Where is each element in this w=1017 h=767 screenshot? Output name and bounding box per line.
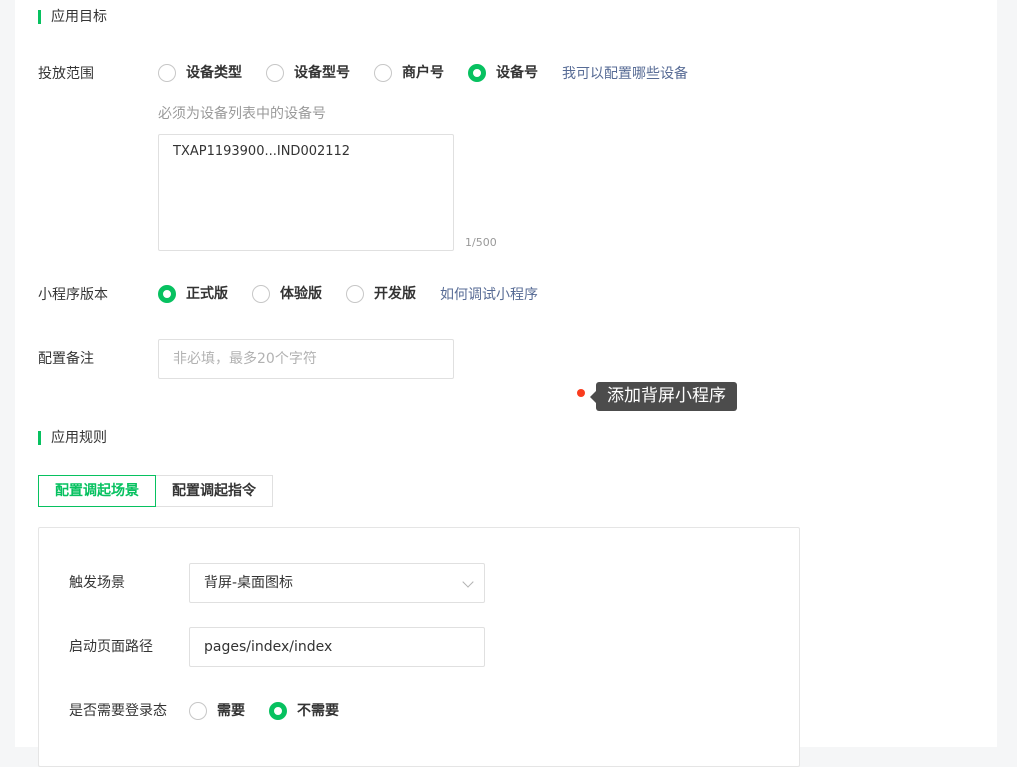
login-option-not-required[interactable]: 不需要 xyxy=(269,701,339,721)
tab-config-command[interactable]: 配置调起指令 xyxy=(155,475,273,507)
start-path-label: 启动页面路径 xyxy=(69,639,153,655)
device-id-textarea[interactable]: TXAP1193900...IND002112 xyxy=(158,134,454,251)
scope-option-merchant-id[interactable]: 商户号 xyxy=(374,63,444,83)
version-option-release[interactable]: 正式版 xyxy=(158,284,228,304)
remark-label: 配置备注 xyxy=(38,351,94,367)
tooltip: 添加背屏小程序 xyxy=(590,382,737,411)
start-path-input[interactable]: pages/index/index xyxy=(189,627,485,667)
login-option-label: 需要 xyxy=(217,703,245,719)
configurable-devices-link[interactable]: 我可以配置哪些设备 xyxy=(562,64,688,84)
scope-option-label: 设备型号 xyxy=(294,65,350,81)
radio-icon xyxy=(266,64,284,82)
radio-icon xyxy=(374,64,392,82)
remark-input[interactable]: 非必填，最多20个字符 xyxy=(158,339,454,379)
tab-config-scene[interactable]: 配置调起场景 xyxy=(38,475,156,507)
version-label: 小程序版本 xyxy=(38,287,108,303)
scope-label: 投放范围 xyxy=(38,66,94,82)
char-counter: 1/500 xyxy=(465,236,497,249)
trigger-scene-label: 触发场景 xyxy=(69,575,125,591)
scope-option-label: 商户号 xyxy=(402,65,444,81)
scope-option-device-type[interactable]: 设备类型 xyxy=(158,63,242,83)
login-option-required[interactable]: 需要 xyxy=(189,701,245,721)
section-title-target: 应用目标 xyxy=(38,9,107,25)
version-option-develop[interactable]: 开发版 xyxy=(346,284,416,304)
radio-icon xyxy=(252,285,270,303)
trigger-scene-value: 背屏-桌面图标 xyxy=(204,575,294,591)
radio-icon xyxy=(189,702,207,720)
tooltip-marker-dot xyxy=(577,389,585,397)
radio-icon xyxy=(158,64,176,82)
radio-checked-icon xyxy=(158,285,176,303)
version-option-trial[interactable]: 体验版 xyxy=(252,284,322,304)
chevron-down-icon xyxy=(462,576,474,588)
version-option-label: 体验版 xyxy=(280,286,322,302)
scope-option-device-id[interactable]: 设备号 xyxy=(468,63,538,83)
section-title-rules: 应用规则 xyxy=(38,430,107,446)
login-option-label: 不需要 xyxy=(297,703,339,719)
trigger-scene-select[interactable]: 背屏-桌面图标 xyxy=(189,563,485,603)
radio-checked-icon xyxy=(468,64,486,82)
scope-option-device-model[interactable]: 设备型号 xyxy=(266,63,350,83)
scope-option-label: 设备类型 xyxy=(186,65,242,81)
scope-option-label: 设备号 xyxy=(496,65,538,81)
radio-icon xyxy=(346,285,364,303)
login-state-label: 是否需要登录态 xyxy=(69,703,167,719)
radio-checked-icon xyxy=(269,702,287,720)
debug-miniprogram-link[interactable]: 如何调试小程序 xyxy=(440,285,538,305)
version-option-label: 开发版 xyxy=(374,286,416,302)
device-id-hint: 必须为设备列表中的设备号 xyxy=(158,106,326,122)
version-option-label: 正式版 xyxy=(186,286,228,302)
